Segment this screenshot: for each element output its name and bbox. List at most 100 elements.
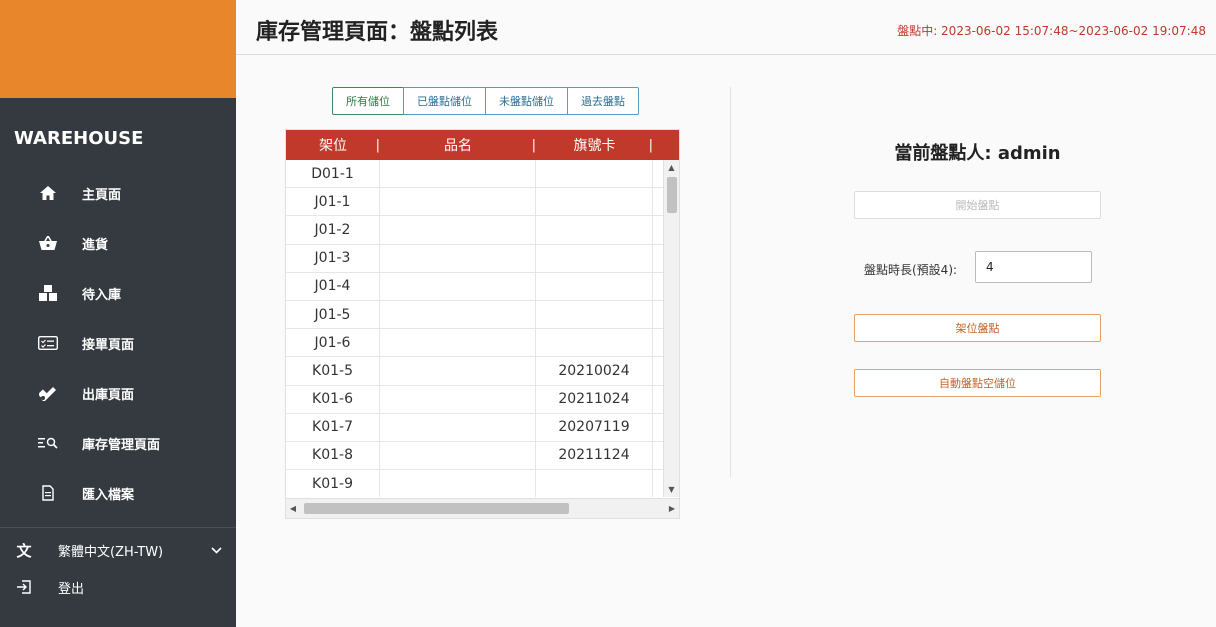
sidebar-item-label: 庫存管理頁面 bbox=[82, 437, 161, 453]
column-header-flag-card[interactable]: 旗號卡 | bbox=[536, 130, 654, 160]
cell-flag-card bbox=[536, 300, 653, 329]
table-row[interactable]: J01-1 bbox=[286, 188, 679, 217]
cell-product-name bbox=[380, 300, 536, 329]
table-row[interactable]: J01-6 bbox=[286, 329, 679, 358]
cell-product-name bbox=[380, 244, 536, 272]
sidebar-item-incoming[interactable]: 進貨 bbox=[0, 218, 236, 268]
cell-location: J01-5 bbox=[286, 300, 380, 329]
list-search-icon bbox=[38, 437, 58, 449]
cell-product-name bbox=[380, 216, 536, 244]
sidebar-item-inventory[interactable]: 庫存管理頁面 bbox=[0, 418, 236, 468]
cell-product-name bbox=[380, 470, 536, 497]
table-row[interactable]: K01-6 20211024 bbox=[286, 385, 679, 414]
table-row[interactable]: J01-4 bbox=[286, 272, 679, 301]
duration-input[interactable] bbox=[975, 251, 1092, 283]
scroll-down-icon[interactable]: ▼ bbox=[664, 482, 679, 497]
cell-location: D01-1 bbox=[286, 160, 380, 188]
basket-icon bbox=[38, 236, 58, 250]
table-row[interactable]: J01-5 bbox=[286, 300, 679, 330]
sidebar-item-label: 匯入檔案 bbox=[82, 487, 135, 503]
boxes-icon bbox=[38, 285, 58, 301]
sidebar-item-orders[interactable]: 接單頁面 bbox=[0, 318, 236, 368]
filter-all-locations-button[interactable]: 所有儲位 bbox=[332, 87, 404, 115]
sidebar-item-label: 待入庫 bbox=[82, 287, 122, 303]
cell-product-name bbox=[380, 357, 536, 385]
start-count-button[interactable]: 開始盤點 bbox=[854, 191, 1101, 219]
column-header-location[interactable]: 架位 | bbox=[286, 130, 380, 160]
column-header-product-name[interactable]: 品名 | bbox=[380, 130, 536, 160]
table-row[interactable]: J01-3 bbox=[286, 244, 679, 273]
inventory-status: 盤點中: 2023-06-02 15:07:48~2023-06-02 19:0… bbox=[897, 24, 1206, 38]
sidebar-item-label: 出庫頁面 bbox=[82, 387, 135, 403]
cell-location: K01-5 bbox=[286, 357, 380, 385]
scroll-thumb-horizontal[interactable] bbox=[304, 503, 569, 514]
cell-flag-card bbox=[536, 216, 653, 244]
page-header: 庫存管理頁面：盤點列表 盤點中: 2023-06-02 15:07:48~202… bbox=[236, 0, 1216, 55]
table-row[interactable]: K01-9 bbox=[286, 470, 679, 497]
filter-uncounted-locations-button[interactable]: 未盤點儲位 bbox=[485, 87, 568, 115]
logout-label: 登出 bbox=[58, 581, 85, 597]
auto-count-empty-button[interactable]: 自動盤點空儲位 bbox=[854, 369, 1101, 397]
table-row[interactable]: D01-1 bbox=[286, 160, 679, 189]
cell-flag-card bbox=[536, 244, 653, 272]
cell-flag-card bbox=[536, 329, 653, 357]
table-row[interactable]: K01-8 20211124 bbox=[286, 441, 679, 471]
cell-product-name bbox=[380, 188, 536, 216]
panel-divider bbox=[730, 87, 731, 477]
table-row[interactable]: K01-5 20210024 bbox=[286, 357, 679, 386]
table-row[interactable]: J01-2 bbox=[286, 216, 679, 245]
scroll-up-icon[interactable]: ▲ bbox=[664, 160, 679, 175]
brand-logo: WAREHOUSE bbox=[14, 128, 144, 149]
cell-product-name bbox=[380, 329, 536, 357]
dolly-icon bbox=[38, 385, 58, 401]
current-counter: 當前盤點人: admin bbox=[894, 143, 1061, 164]
cell-product-name bbox=[380, 272, 536, 300]
table-body: D01-1 J01-1 J01-2 J01-3 J01-4 J01-5 J01-6 K01-5… bbox=[286, 160, 679, 497]
cell-location: J01-3 bbox=[286, 244, 380, 272]
cell-flag-card: 20211024 bbox=[536, 385, 653, 413]
cell-flag-card bbox=[536, 272, 653, 300]
table-row[interactable]: K01-7 20207119 bbox=[286, 413, 679, 442]
scroll-thumb[interactable] bbox=[666, 177, 677, 213]
shelf-count-button[interactable]: 架位盤點 bbox=[854, 314, 1101, 342]
logout-button[interactable]: 登出 bbox=[0, 572, 236, 602]
table-header: 架位 | 品名 | 旗號卡 | bbox=[286, 130, 679, 160]
sidebar-item-import[interactable]: 匯入檔案 bbox=[0, 468, 236, 518]
cell-flag-card bbox=[536, 188, 653, 216]
sidebar-item-label: 接單頁面 bbox=[82, 337, 135, 353]
inventory-table: 架位 | 品名 | 旗號卡 | D01-1 J01-1 J01-2 J01-3 J01-4 J0… bbox=[285, 129, 680, 519]
language-label: 繁體中文(ZH-TW) bbox=[58, 544, 164, 560]
duration-label: 盤點時長(預設4): bbox=[864, 263, 958, 277]
cell-location: J01-4 bbox=[286, 272, 380, 300]
cell-flag-card: 20207119 bbox=[536, 413, 653, 441]
scroll-left-icon[interactable]: ◀ bbox=[286, 504, 300, 513]
cell-product-name bbox=[380, 413, 536, 441]
language-selector[interactable]: 文 繁體中文(ZH-TW) bbox=[0, 528, 236, 572]
sidebar-item-pending-storage[interactable]: 待入庫 bbox=[0, 268, 236, 318]
cell-product-name bbox=[380, 160, 536, 188]
file-icon bbox=[38, 485, 58, 501]
filter-counted-locations-button[interactable]: 已盤點儲位 bbox=[403, 87, 486, 115]
sidebar: WAREHOUSE 主頁面 進貨 待入庫 接單頁面 出庫頁面 庫存管理頁面 匯入… bbox=[0, 0, 236, 627]
cell-flag-card bbox=[536, 470, 653, 497]
filter-past-counts-button[interactable]: 過去盤點 bbox=[567, 87, 639, 115]
home-icon bbox=[38, 186, 58, 200]
filter-button-group: 所有儲位 已盤點儲位 未盤點儲位 過去盤點 bbox=[332, 87, 639, 115]
sidebar-item-label: 進貨 bbox=[82, 237, 109, 253]
cell-location: J01-1 bbox=[286, 188, 380, 216]
cell-flag-card bbox=[536, 160, 653, 188]
cell-location: K01-9 bbox=[286, 470, 380, 497]
cell-flag-card: 20211124 bbox=[536, 441, 653, 470]
brand-bar bbox=[0, 0, 236, 98]
horizontal-scrollbar[interactable]: ◀ ▶ bbox=[286, 498, 679, 518]
cell-location: J01-2 bbox=[286, 216, 380, 244]
chevron-down-icon bbox=[211, 543, 222, 558]
scroll-right-icon[interactable]: ▶ bbox=[665, 504, 679, 513]
cell-product-name bbox=[380, 441, 536, 470]
sidebar-item-home[interactable]: 主頁面 bbox=[0, 168, 236, 218]
cell-flag-card: 20210024 bbox=[536, 357, 653, 385]
cell-location: K01-6 bbox=[286, 385, 380, 413]
vertical-scrollbar[interactable]: ▲ ▼ bbox=[663, 160, 679, 497]
checklist-icon bbox=[38, 336, 58, 350]
sidebar-item-outgoing[interactable]: 出庫頁面 bbox=[0, 368, 236, 418]
